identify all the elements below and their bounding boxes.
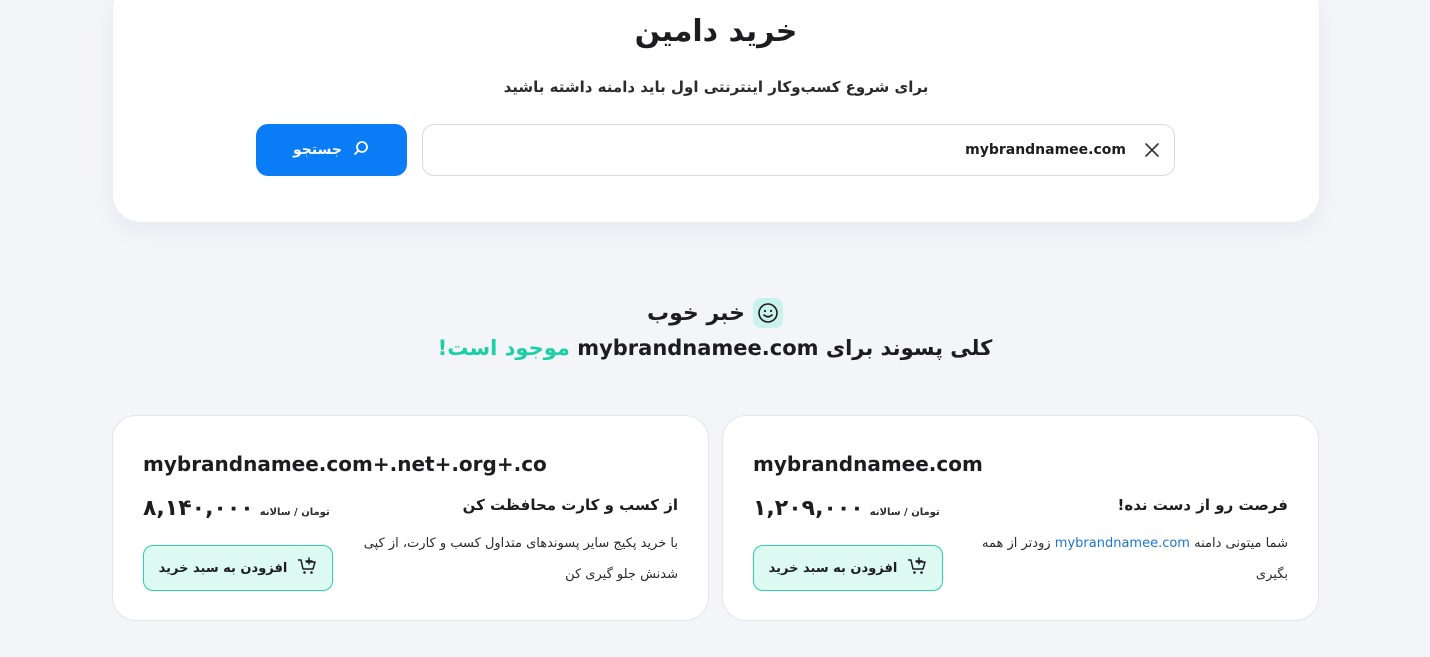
domain-search-input[interactable]: [443, 125, 1126, 175]
card-title: از کسب و کارت محافظت کن: [462, 496, 678, 514]
search-icon: [352, 139, 370, 161]
availability-suffix: موجود است!: [437, 336, 570, 360]
price-row: ۸,۱۴۰,۰۰۰ تومان / سالانه: [143, 496, 330, 521]
price-value: ۸,۱۴۰,۰۰۰: [143, 496, 254, 521]
search-button-label: جستجو: [293, 142, 342, 158]
domain-bundle-card: mybrandnamee.com+.net+.org+.co از کسب و …: [112, 415, 709, 621]
add-to-cart-label: افزودن به سبد خرید: [768, 560, 898, 576]
search-button[interactable]: جستجو: [256, 124, 407, 176]
domain-result-card: mybrandnamee.com فرصت رو از دست نده! شما…: [722, 415, 1319, 621]
domain-name: mybrandnamee.com+.net+.org+.co: [143, 452, 547, 476]
card-description-domain-link[interactable]: mybrandnamee.com: [1055, 536, 1190, 551]
domain-name: mybrandnamee.com: [753, 452, 983, 476]
price-row: ۱,۲۰۹,۰۰۰ تومان / سالانه: [753, 496, 940, 521]
search-input-container: [422, 124, 1175, 176]
add-to-cart-button[interactable]: افزودن به سبد خرید: [143, 545, 333, 591]
card-description: شما میتونی دامنه mybrandnamee.com زودتر …: [968, 528, 1288, 590]
good-news-text: خبر خوب: [647, 300, 745, 326]
availability-domain: mybrandnamee.com: [577, 336, 819, 360]
add-to-cart-button[interactable]: افزودن به سبد خرید: [753, 545, 943, 591]
card-description: با خرید پکیج سایر پسوندهای متداول کسب و …: [363, 536, 678, 582]
cart-plus-icon: [297, 557, 317, 579]
price-value: ۱,۲۰۹,۰۰۰: [753, 496, 864, 521]
good-news-heading: خبر خوب: [0, 298, 1430, 328]
domain-search-card: خرید دامین برای شروع کسب‌وکار اینترنتی ا…: [113, 0, 1319, 222]
clear-icon[interactable]: [1140, 138, 1164, 162]
smile-icon: [752, 298, 783, 328]
add-to-cart-label: افزودن به سبد خرید: [158, 560, 288, 576]
page-title: خرید دامین: [634, 14, 798, 49]
card-description-text: شما میتونی دامنه: [1194, 536, 1288, 551]
availability-prefix: کلی پسوند برای: [825, 336, 993, 360]
page-subtitle: برای شروع کسب‌وکار اینترنتی اول باید دام…: [503, 78, 929, 96]
availability-message: کلی پسوند برای mybrandnamee.com موجود اس…: [0, 336, 1430, 360]
price-unit: تومان / سالانه: [869, 507, 940, 518]
card-title: فرصت رو از دست نده!: [1117, 496, 1288, 514]
cart-plus-icon: [907, 557, 927, 579]
price-unit: تومان / سالانه: [259, 507, 330, 518]
